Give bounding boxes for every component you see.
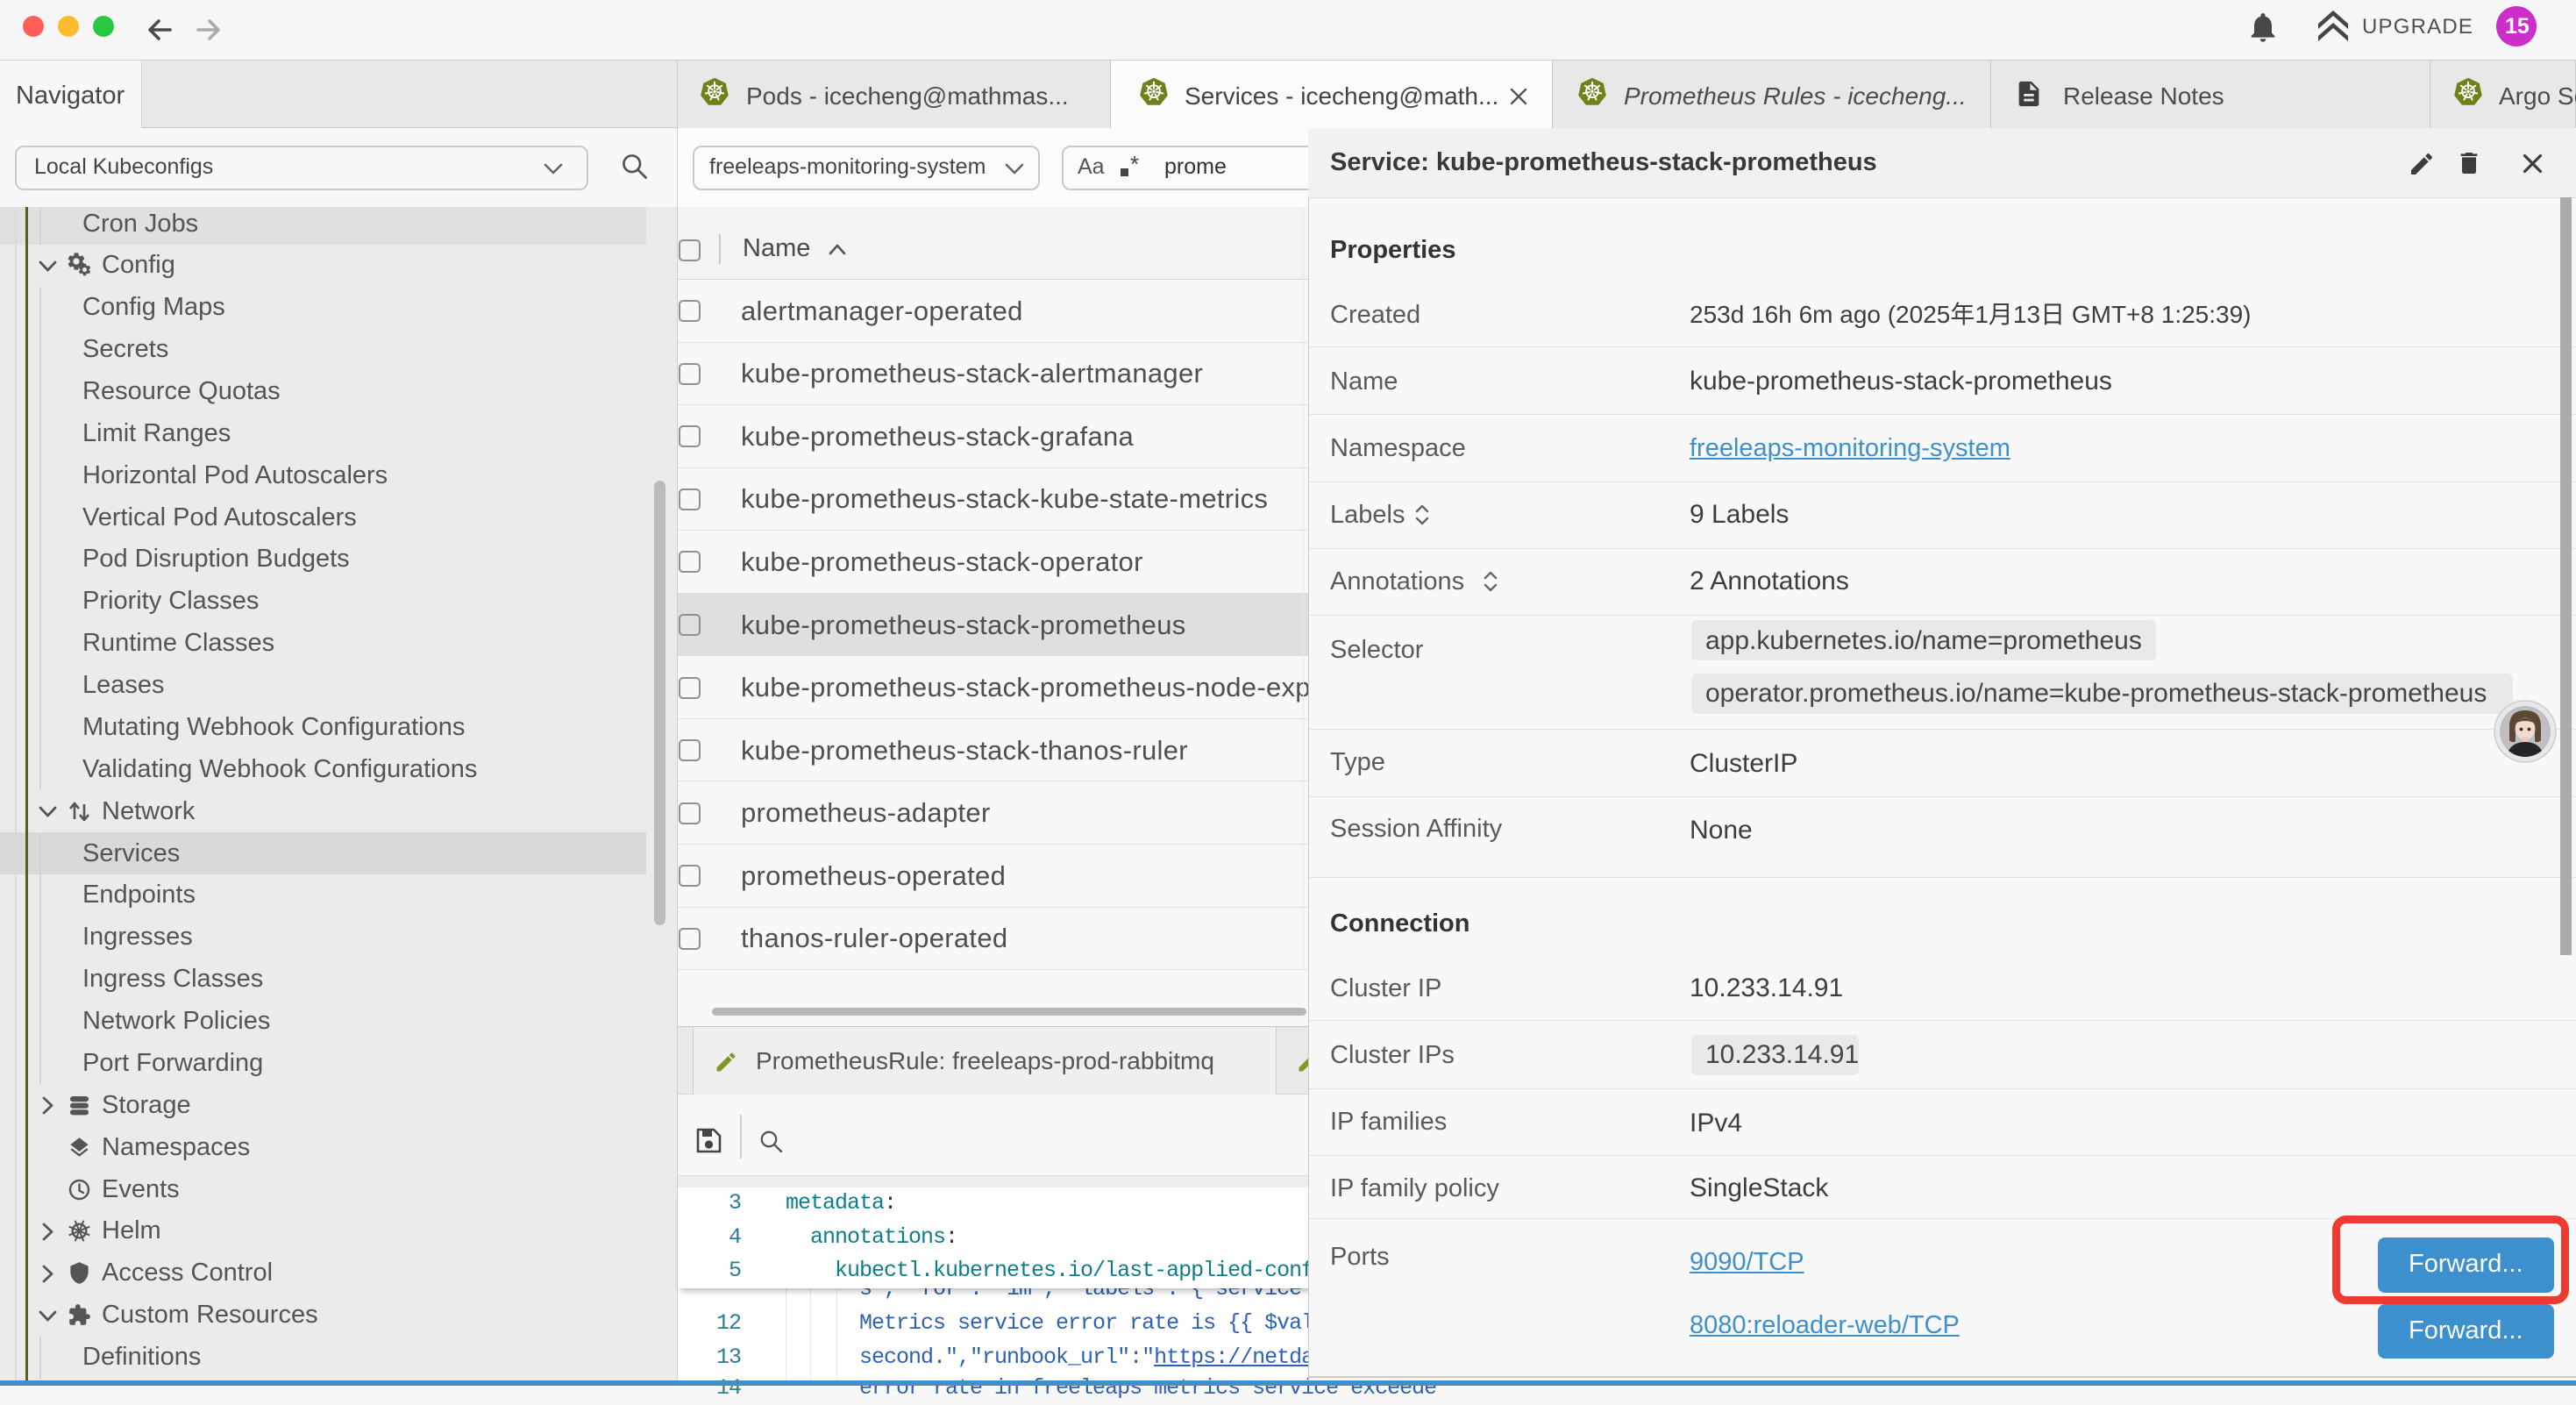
svg-text:*: * — [1130, 156, 1139, 177]
